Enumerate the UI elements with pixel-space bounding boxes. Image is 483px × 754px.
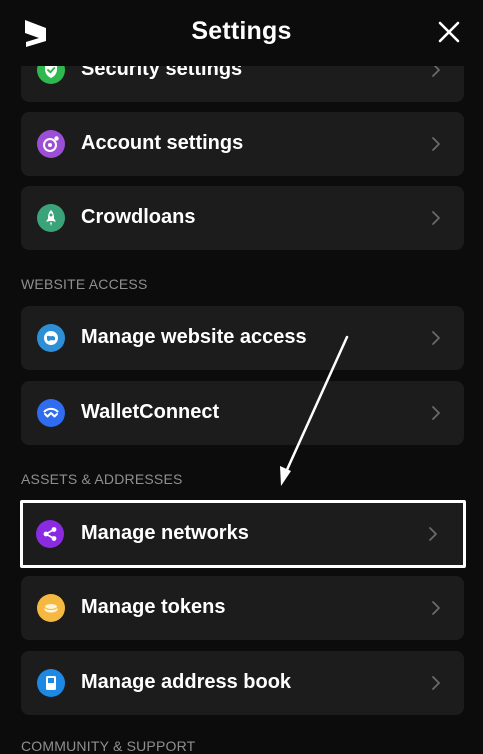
settings-item-manage-tokens[interactable]: Manage tokens: [21, 576, 464, 640]
settings-item-label: Manage address book: [81, 671, 292, 693]
settings-item-website-access[interactable]: Manage website access: [21, 306, 464, 370]
settings-item-label: WalletConnect: [81, 401, 220, 423]
section-header-website-access: WEBSITE ACCESS: [21, 276, 148, 292]
globe-icon: [37, 324, 65, 352]
settings-item-manage-networks[interactable]: Manage networks: [20, 500, 466, 568]
chevron-right-icon: [432, 406, 440, 420]
settings-item-address-book[interactable]: Manage address book: [21, 651, 464, 715]
coins-icon: [37, 594, 65, 622]
settings-item-crowdloans[interactable]: Crowdloans: [21, 186, 464, 250]
chevron-right-icon: [432, 331, 440, 345]
chevron-right-icon: [432, 211, 440, 225]
settings-item-walletconnect[interactable]: WalletConnect: [21, 381, 464, 445]
chevron-right-icon: [432, 601, 440, 615]
chevron-right-icon: [432, 137, 440, 151]
section-header-assets-addresses: ASSETS & ADDRESSES: [21, 471, 183, 487]
settings-item-label: Manage tokens: [81, 596, 226, 618]
settings-item-label: Account settings: [81, 132, 244, 154]
rocket-icon: [37, 204, 65, 232]
settings-item-label: Manage website access: [81, 326, 307, 348]
settings-list: Security settings Account settings Crowd…: [0, 0, 483, 754]
settings-item-label: Manage networks: [81, 522, 249, 544]
section-header-community-support: COMMUNITY & SUPPORT: [21, 738, 196, 754]
chevron-right-icon: [432, 676, 440, 690]
settings-item-label: Crowdloans: [81, 206, 196, 228]
close-icon[interactable]: [437, 20, 461, 44]
page-title: Settings: [191, 17, 292, 45]
walletconnect-icon: [37, 399, 65, 427]
share-network-icon: [36, 520, 64, 548]
settings-item-account[interactable]: Account settings: [21, 112, 464, 176]
header: Settings: [0, 0, 483, 66]
account-settings-icon: [37, 130, 65, 158]
book-icon: [37, 669, 65, 697]
chevron-right-icon: [429, 527, 437, 541]
